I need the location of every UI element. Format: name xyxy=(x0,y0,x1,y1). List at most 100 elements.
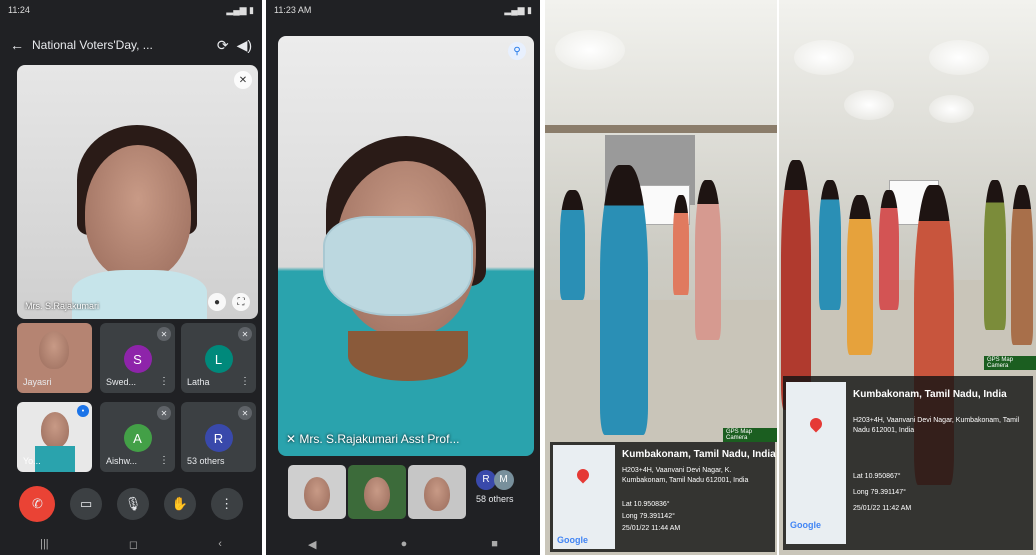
mic-off-icon: ✕ xyxy=(286,432,300,446)
recents-icon[interactable]: ■ xyxy=(491,538,498,550)
participant-face xyxy=(41,412,69,448)
microphone-icon[interactable]: 🎙 xyxy=(116,488,149,520)
google-logo: Google xyxy=(557,535,588,545)
signal-icon: ▂▄▆ ▮ xyxy=(226,5,254,15)
spotlight-video[interactable]: ⚲ ✕ Mrs. S.Rajakumari Asst Prof... xyxy=(278,36,534,456)
home-icon[interactable]: ● xyxy=(401,538,408,550)
others-tile[interactable]: ✕ R 53 others xyxy=(181,402,256,472)
person xyxy=(847,195,873,355)
others-chip[interactable]: R M 58 others xyxy=(476,470,536,504)
ceiling-light xyxy=(844,90,894,120)
map-thumbnail: Google xyxy=(553,445,615,549)
call-header: ← National Voters'Day, ... ⟳ ◀) xyxy=(0,28,262,62)
call-title: National Voters'Day, ... xyxy=(32,38,153,52)
participant-tile[interactable]: ✕ S Swed... ⋮ xyxy=(100,323,175,393)
google-logo: Google xyxy=(790,520,821,530)
participant-face xyxy=(39,331,69,369)
avatar: R xyxy=(204,424,233,452)
latitude: Lat 10.950867° xyxy=(853,473,901,480)
more-vert-icon[interactable]: ⋮ xyxy=(210,488,243,520)
beam xyxy=(545,125,777,133)
avatar: A xyxy=(123,424,152,452)
others-count: 58 others xyxy=(476,494,514,504)
participant-tile[interactable]: ✕ A Aishw... ⋮ xyxy=(100,402,175,472)
avatar: L xyxy=(204,345,233,373)
speaker-face xyxy=(85,145,191,280)
participant-thumb[interactable] xyxy=(408,465,466,519)
back-arrow-icon[interactable]: ← xyxy=(10,37,24,53)
mic-off-icon: ✕ xyxy=(157,406,171,420)
speaker-name: Mrs. S.Rajakumari xyxy=(25,301,100,311)
more-vert-icon[interactable]: ⋮ xyxy=(159,455,169,466)
back-icon[interactable]: ‹ xyxy=(218,538,222,550)
meet-spotlight-screen: 11:23 AM ▂▄▆ ▮ ⚲ ✕ Mrs. S.Rajakumari Ass… xyxy=(266,0,540,555)
raise-hand-icon[interactable]: ✋ xyxy=(163,488,196,520)
recents-icon[interactable]: ||| xyxy=(40,538,49,550)
self-view-tile[interactable]: • Yo... xyxy=(17,402,92,472)
participant-face xyxy=(364,477,390,511)
address: H203+4H, Vaanvani Devi Nagar, K. Kumbako… xyxy=(622,467,749,484)
timestamp: 25/01/22 11:42 AM xyxy=(853,505,912,512)
switch-camera-icon[interactable]: ⟳ xyxy=(217,37,229,54)
participant-label: Swed... xyxy=(106,377,137,387)
status-time: 11:24 xyxy=(8,5,30,15)
participant-label: Jayasri xyxy=(23,377,52,387)
others-count: 53 others xyxy=(187,456,225,466)
participant-face xyxy=(304,477,330,511)
status-bar: 11:23 AM ▂▄▆ ▮ xyxy=(266,0,540,22)
home-icon[interactable]: ◻ xyxy=(129,538,138,551)
volume-icon[interactable]: ◀) xyxy=(237,37,252,54)
location-pin-icon xyxy=(574,466,592,484)
main-speaker-video[interactable]: ✕ ● ⛶ Mrs. S.Rajakumari xyxy=(17,65,258,319)
location-pin-icon xyxy=(807,415,825,433)
person xyxy=(560,190,585,300)
speaker-shoulder xyxy=(72,270,207,319)
location-title: Kumbakonam, Tamil Nadu, India xyxy=(853,389,1007,400)
person xyxy=(673,195,689,295)
android-nav-bar: ||| ◻ ‹ xyxy=(0,533,262,555)
person xyxy=(1011,185,1033,345)
avatar: S xyxy=(123,345,152,373)
geotag-overlay: Google Kumbakonam, Tamil Nadu, India H20… xyxy=(550,442,776,552)
latitude: Lat 10.950836° xyxy=(622,501,670,508)
pin-icon[interactable]: ● xyxy=(208,293,226,311)
gps-camera-stamp: GPS Map Camera xyxy=(984,356,1036,370)
person xyxy=(695,180,721,340)
person xyxy=(600,165,648,435)
longitude: Long 79.391142° xyxy=(622,513,675,520)
ceiling-light xyxy=(794,40,854,75)
participant-label: Latha xyxy=(187,377,210,387)
mic-off-icon: ✕ xyxy=(238,327,252,341)
camera-icon[interactable]: ▭ xyxy=(70,488,103,520)
spotlight-name-text: Mrs. S.Rajakumari Asst Prof... xyxy=(299,432,460,446)
more-vert-icon[interactable]: ⋮ xyxy=(240,376,250,387)
fullscreen-icon[interactable]: ⛶ xyxy=(232,293,250,311)
address: H203+4H, Vaanvani Devi Nagar, Kumbakonam… xyxy=(853,417,1020,434)
person xyxy=(879,190,899,310)
avatar: M xyxy=(493,470,514,490)
face-mask xyxy=(323,216,473,316)
back-icon[interactable]: ◀ xyxy=(308,538,316,551)
participant-face xyxy=(424,477,450,511)
status-time: 11:23 AM xyxy=(274,5,312,15)
gps-camera-stamp: GPS Map Camera xyxy=(723,428,777,442)
end-call-icon[interactable]: ✆ xyxy=(19,486,56,522)
mic-off-icon: ✕ xyxy=(157,327,171,341)
participant-shoulder xyxy=(35,446,75,472)
map-thumbnail: Google xyxy=(786,382,846,544)
participant-thumb[interactable] xyxy=(348,465,406,519)
participant-tile[interactable]: ✕ L Latha ⋮ xyxy=(181,323,256,393)
person xyxy=(984,180,1006,330)
more-vert-icon[interactable]: ⋮ xyxy=(159,376,169,387)
location-title: Kumbakonam, Tamil Nadu, India xyxy=(622,449,776,460)
call-controls: ✆ ▭ 🎙 ✋ ⋮ xyxy=(0,484,262,524)
person xyxy=(781,160,811,410)
pin-icon[interactable]: ⚲ xyxy=(508,42,526,60)
ceiling-light xyxy=(555,30,625,70)
participant-tile[interactable]: Jayasri xyxy=(17,323,92,393)
ceiling-light xyxy=(929,40,989,75)
participant-thumb[interactable] xyxy=(288,465,346,519)
necklace xyxy=(348,331,468,381)
more-icon[interactable]: • xyxy=(77,405,89,417)
close-icon[interactable]: ✕ xyxy=(234,71,252,89)
